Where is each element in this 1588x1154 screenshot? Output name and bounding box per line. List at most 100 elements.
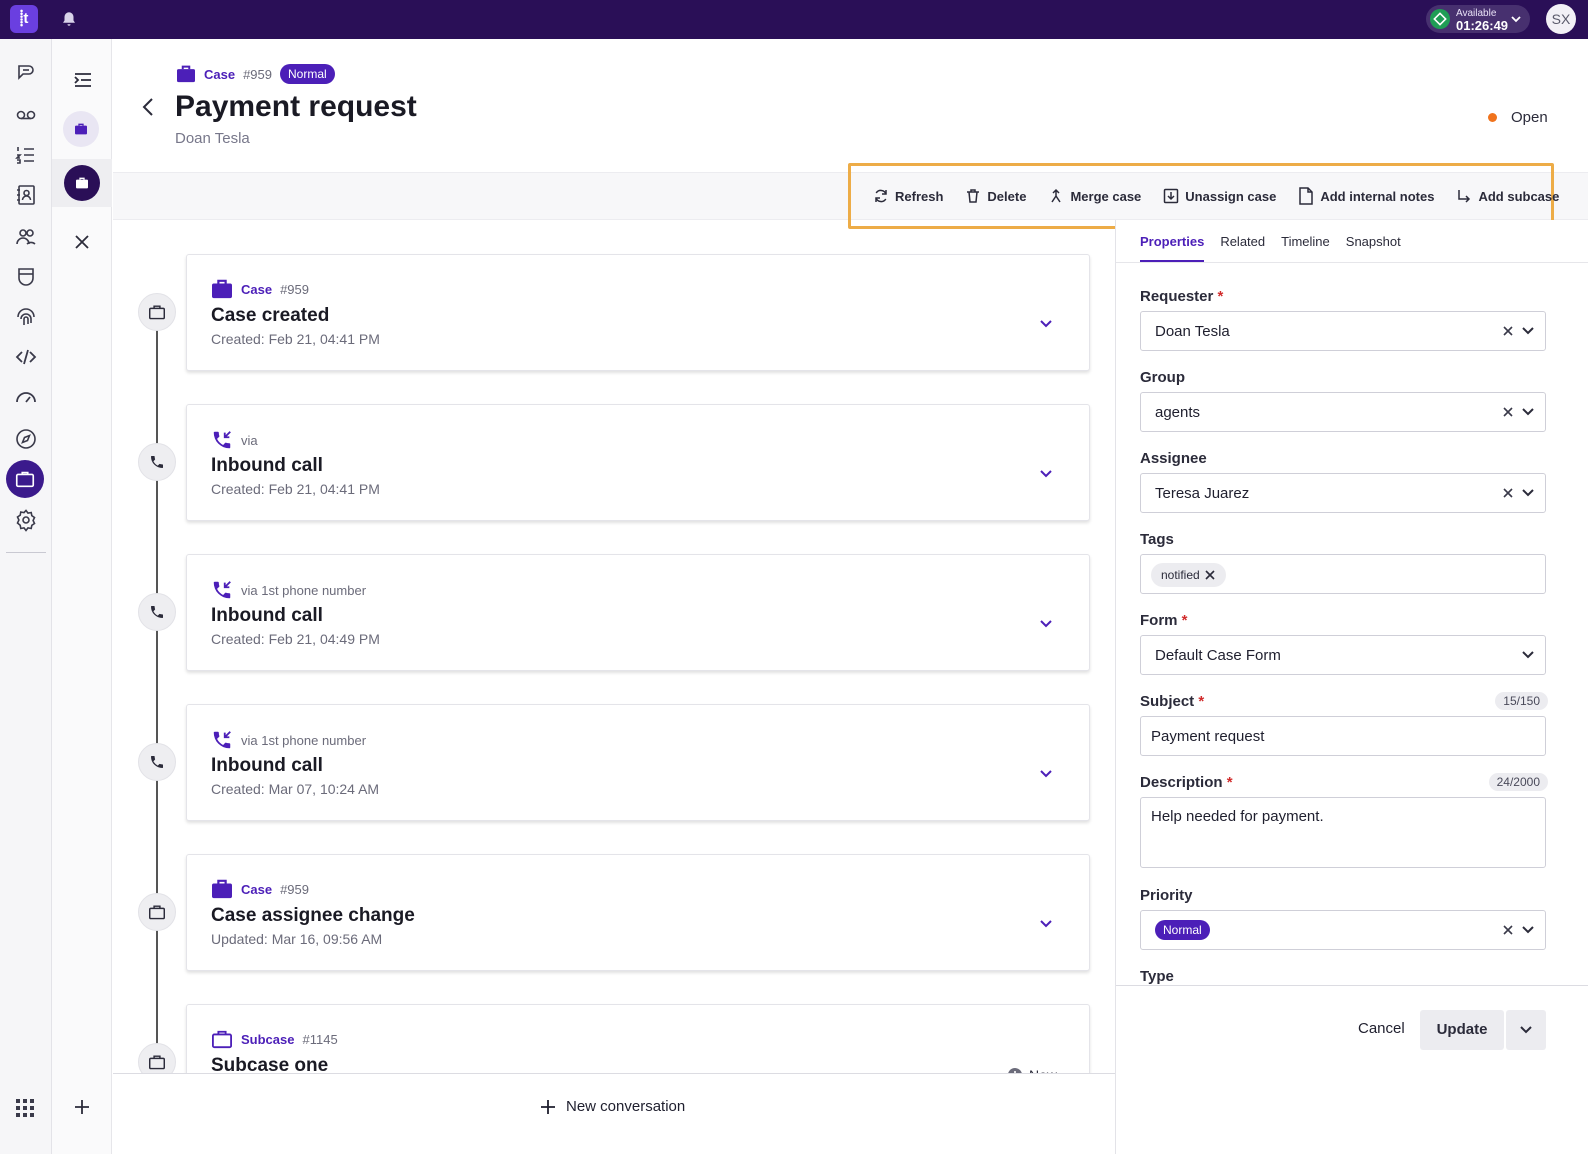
requester-subtitle: Doan Tesla	[175, 130, 250, 147]
inbound-call-icon	[211, 729, 233, 751]
add-internal-notes-button[interactable]: Add internal notes	[1298, 187, 1434, 205]
tag-chip: notified	[1151, 563, 1226, 587]
description-textarea[interactable]: Help needed for payment.	[1140, 797, 1546, 868]
queue-list-icon[interactable]	[13, 142, 39, 168]
case-briefcase-icon	[176, 65, 196, 83]
merge-case-button[interactable]: Merge case	[1048, 188, 1141, 204]
app-logo[interactable]: ⸽t	[10, 5, 38, 33]
type-label: Type	[1140, 968, 1174, 985]
description-value: Help needed for payment.	[1151, 808, 1324, 825]
chevron-down-icon[interactable]	[1521, 924, 1535, 936]
code-icon[interactable]	[13, 344, 39, 370]
shield-icon[interactable]	[13, 264, 39, 290]
voicemail-icon[interactable]	[13, 102, 39, 128]
trash-icon	[965, 188, 981, 204]
remove-tag-icon[interactable]	[1204, 569, 1216, 581]
active-case-tab[interactable]	[52, 159, 112, 207]
subject-label: Subject *	[1140, 693, 1204, 710]
subcase-briefcase-icon	[211, 1029, 233, 1049]
case-status[interactable]: Open	[1488, 109, 1548, 126]
requester-value: Doan Tesla	[1155, 323, 1230, 340]
collapse-menu-icon[interactable]	[72, 69, 94, 91]
clear-icon[interactable]	[1501, 486, 1515, 500]
properties-panel: Properties Related Timeline Snapshot Req…	[1115, 220, 1588, 1154]
priority-select[interactable]: Normal	[1140, 910, 1546, 950]
tabs-divider	[1116, 262, 1588, 263]
bell-icon[interactable]	[60, 10, 78, 28]
timeline-node-briefcase-icon	[138, 893, 176, 931]
timeline-card[interactable]: via 1st phone number Inbound call Create…	[186, 554, 1090, 671]
tags-input[interactable]: notified	[1140, 554, 1546, 594]
new-conversation-label: New conversation	[566, 1098, 686, 1115]
tags-label: Tags	[1140, 531, 1174, 548]
tab-properties[interactable]: Properties	[1140, 234, 1205, 263]
case-type-label[interactable]: Case	[204, 67, 235, 82]
back-arrow-icon[interactable]	[140, 97, 156, 117]
new-conversation-button[interactable]: New conversation	[540, 1098, 685, 1115]
contacts-icon[interactable]	[13, 182, 39, 208]
refresh-button[interactable]: Refresh	[873, 188, 943, 204]
card-type[interactable]: Case	[241, 882, 272, 897]
chevron-down-icon[interactable]	[1039, 919, 1053, 929]
add-tab-plus-icon[interactable]	[72, 1097, 92, 1117]
chevron-down-icon[interactable]	[1039, 769, 1053, 779]
chevron-down-icon[interactable]	[1521, 649, 1535, 661]
requester-select[interactable]: Doan Tesla	[1140, 311, 1546, 351]
case-tab-briefcase-icon[interactable]	[63, 111, 99, 147]
left-nav	[0, 39, 52, 1154]
dashboard-gauge-icon[interactable]	[13, 384, 39, 410]
card-number: #1145	[302, 1031, 338, 1047]
case-number: #959	[243, 66, 272, 82]
subject-label-text: Subject	[1140, 693, 1195, 710]
chevron-down-icon[interactable]	[1521, 487, 1535, 499]
breadcrumb: Case #959 Normal	[176, 64, 335, 84]
assignee-select[interactable]: Teresa Juarez	[1140, 473, 1546, 513]
compass-icon[interactable]	[13, 426, 39, 452]
settings-gear-icon[interactable]	[13, 507, 39, 533]
priority-badge: Normal	[280, 64, 335, 84]
add-internal-notes-label: Add internal notes	[1320, 188, 1435, 204]
timeline-card[interactable]: Case #959 Case created Created: Feb 21, …	[186, 254, 1090, 371]
cases-briefcase-icon[interactable]	[6, 460, 44, 498]
chevron-down-icon[interactable]	[1039, 319, 1053, 329]
form-select[interactable]: Default Case Form	[1140, 635, 1546, 675]
refresh-label: Refresh	[895, 188, 944, 204]
teams-icon[interactable]	[13, 224, 39, 250]
clear-icon[interactable]	[1501, 923, 1515, 937]
timeline-card[interactable]: Case #959 Case assignee change Updated: …	[186, 854, 1090, 971]
chevron-down-icon[interactable]	[1521, 406, 1535, 418]
card-meta: via	[211, 429, 258, 451]
update-options-button[interactable]	[1506, 1010, 1546, 1050]
timeline-card[interactable]: via Inbound call Created: Feb 21, 04:41 …	[186, 404, 1090, 521]
merge-case-label: Merge case	[1070, 188, 1142, 204]
chevron-down-icon	[1510, 13, 1522, 25]
card-meta: via 1st phone number	[211, 729, 366, 751]
clear-icon[interactable]	[1501, 324, 1515, 338]
delete-button[interactable]: Delete	[965, 188, 1026, 204]
clear-icon[interactable]	[1501, 405, 1515, 419]
subject-input[interactable]: Payment request	[1140, 716, 1546, 756]
unassign-case-button[interactable]: Unassign case	[1163, 188, 1276, 204]
availability-toggle[interactable]: Available 01:26:49	[1426, 5, 1530, 33]
update-button[interactable]: Update	[1420, 1010, 1504, 1050]
fingerprint-icon[interactable]	[13, 304, 39, 330]
chevron-down-icon[interactable]	[1521, 325, 1535, 337]
chevron-down-icon[interactable]	[1039, 619, 1053, 629]
card-date: Created: Feb 21, 04:49 PM	[211, 631, 380, 647]
card-type[interactable]: Case	[241, 282, 272, 297]
card-via: via 1st phone number	[241, 732, 367, 748]
conversations-icon[interactable]	[13, 60, 39, 86]
card-type[interactable]: Subcase	[241, 1032, 294, 1047]
close-icon[interactable]	[73, 233, 91, 251]
tab-snapshot[interactable]: Snapshot	[1346, 234, 1401, 263]
cancel-button[interactable]: Cancel	[1358, 1020, 1405, 1037]
tab-related[interactable]: Related	[1220, 234, 1265, 263]
card-title: Case created	[211, 305, 330, 326]
group-select[interactable]: agents	[1140, 392, 1546, 432]
add-subcase-button[interactable]: Add subcase	[1456, 188, 1559, 204]
timeline-card[interactable]: via 1st phone number Inbound call Create…	[186, 704, 1090, 821]
chevron-down-icon[interactable]	[1039, 469, 1053, 479]
apps-grid-icon[interactable]	[15, 1098, 35, 1118]
user-avatar[interactable]: SX	[1546, 4, 1576, 34]
tab-timeline[interactable]: Timeline	[1281, 234, 1330, 263]
